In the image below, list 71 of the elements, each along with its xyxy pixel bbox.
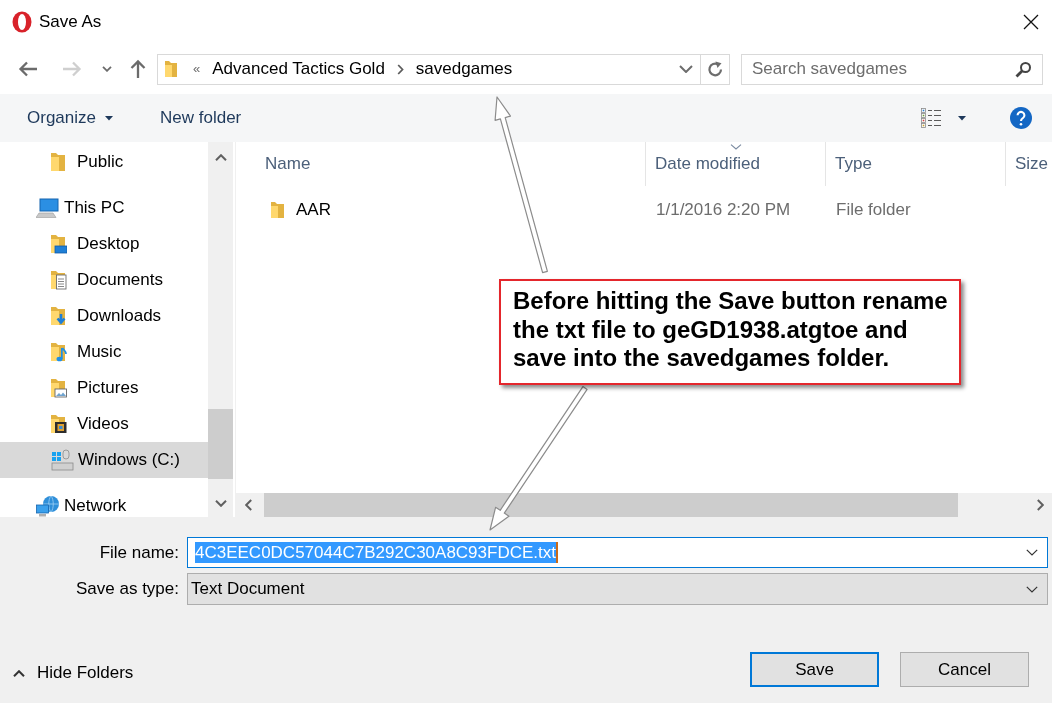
organize-menu-button[interactable]: Organize: [27, 108, 113, 128]
close-icon[interactable]: [1023, 14, 1039, 30]
drive-icon: [50, 449, 74, 471]
search-icon[interactable]: [1015, 60, 1032, 78]
column-header[interactable]: Type: [826, 142, 1006, 186]
column-header[interactable]: Size: [1006, 142, 1052, 186]
nav-item[interactable]: Public: [0, 144, 208, 180]
nav-item[interactable]: This PC: [0, 190, 208, 226]
chevron-down-icon[interactable]: [214, 500, 227, 507]
chevron-right-icon[interactable]: [1036, 499, 1044, 511]
opera-logo-icon: [12, 11, 32, 33]
caret-down-icon[interactable]: [958, 115, 966, 121]
scrollbar-thumb[interactable]: [208, 409, 233, 479]
breadcrumb-item[interactable]: Advanced Tactics Gold: [212, 59, 385, 79]
scrollbar-thumb[interactable]: [264, 493, 958, 517]
file-name-value: 4C3EEC0DC57044C7B292C30A8C93FDCE.txt: [195, 542, 556, 563]
sort-caret-icon: [729, 144, 742, 150]
download-folder-icon: [50, 306, 67, 326]
arrow-icon: [490, 386, 588, 530]
computer-icon: [36, 198, 60, 218]
text-cursor-icon: [555, 542, 558, 563]
chevron-down-icon: [1026, 585, 1038, 593]
network-icon: [36, 495, 60, 517]
file-row[interactable]: AAR 1/1/2016 2:20 PM File folder: [236, 192, 1052, 228]
folder-icon: [270, 201, 285, 219]
video-folder-icon: [50, 414, 67, 434]
table-cell: 1/1/2016 2:20 PM: [656, 200, 791, 220]
field-label: File name:: [99, 542, 179, 563]
hide-folders-button[interactable]: Hide Folders: [13, 663, 134, 683]
documents-folder-icon: [50, 270, 67, 290]
music-folder-icon: [50, 342, 67, 362]
caret-down-icon: [105, 115, 113, 121]
folder-icon: [164, 60, 178, 78]
details-view-icon[interactable]: [921, 108, 942, 128]
cancel-button[interactable]: Cancel: [900, 652, 1029, 687]
nav-item[interactable]: Windows (C:): [0, 442, 208, 478]
column-header[interactable]: Date modified: [646, 142, 826, 186]
chevron-right-icon[interactable]: [396, 63, 404, 75]
address-bar[interactable]: « Advanced Tactics Gold savedgames: [157, 53, 730, 85]
table-cell: AAR: [296, 200, 331, 220]
chevron-up-icon: [13, 669, 25, 677]
field-label: Save as type:: [76, 579, 179, 599]
nav-item[interactable]: Network: [0, 488, 208, 517]
breadcrumb-overflow[interactable]: «: [193, 61, 201, 77]
annotation-callout: Before hitting the Save button rename the txt file to geGD1938.atgtoe and save into the savedgames folder.: [499, 279, 961, 385]
chevron-up-icon[interactable]: [214, 153, 227, 161]
window-title: Save As: [39, 12, 102, 32]
refresh-icon: [706, 60, 724, 78]
table-cell: File folder: [836, 200, 911, 220]
new-folder-button[interactable]: New folder: [160, 108, 242, 128]
save-button[interactable]: Save: [750, 652, 879, 687]
nav-item[interactable]: Desktop: [0, 226, 208, 262]
nav-item[interactable]: Music: [0, 334, 208, 370]
search-field[interactable]: Search savedgames: [741, 53, 1043, 85]
file-type-select[interactable]: Text Document: [187, 573, 1048, 605]
chevron-down-icon[interactable]: [102, 66, 112, 72]
back-arrow-icon[interactable]: [18, 59, 38, 79]
nav-item[interactable]: Videos: [0, 406, 208, 442]
chevron-down-icon[interactable]: [1026, 549, 1038, 556]
nav-item[interactable]: Documents: [0, 262, 208, 298]
help-icon[interactable]: [1010, 107, 1032, 129]
desktop-folder-icon: [50, 234, 67, 254]
folder-icon: [50, 152, 67, 172]
search-input[interactable]: Search savedgames: [752, 59, 1015, 79]
nav-item[interactable]: Downloads: [0, 298, 208, 334]
pictures-folder-icon: [50, 378, 67, 398]
up-arrow-icon[interactable]: [128, 59, 148, 79]
chevron-left-icon[interactable]: [244, 499, 252, 511]
breadcrumb-item[interactable]: savedgames: [415, 59, 513, 79]
chevron-down-icon[interactable]: [679, 65, 693, 73]
nav-item[interactable]: Pictures: [0, 370, 208, 406]
